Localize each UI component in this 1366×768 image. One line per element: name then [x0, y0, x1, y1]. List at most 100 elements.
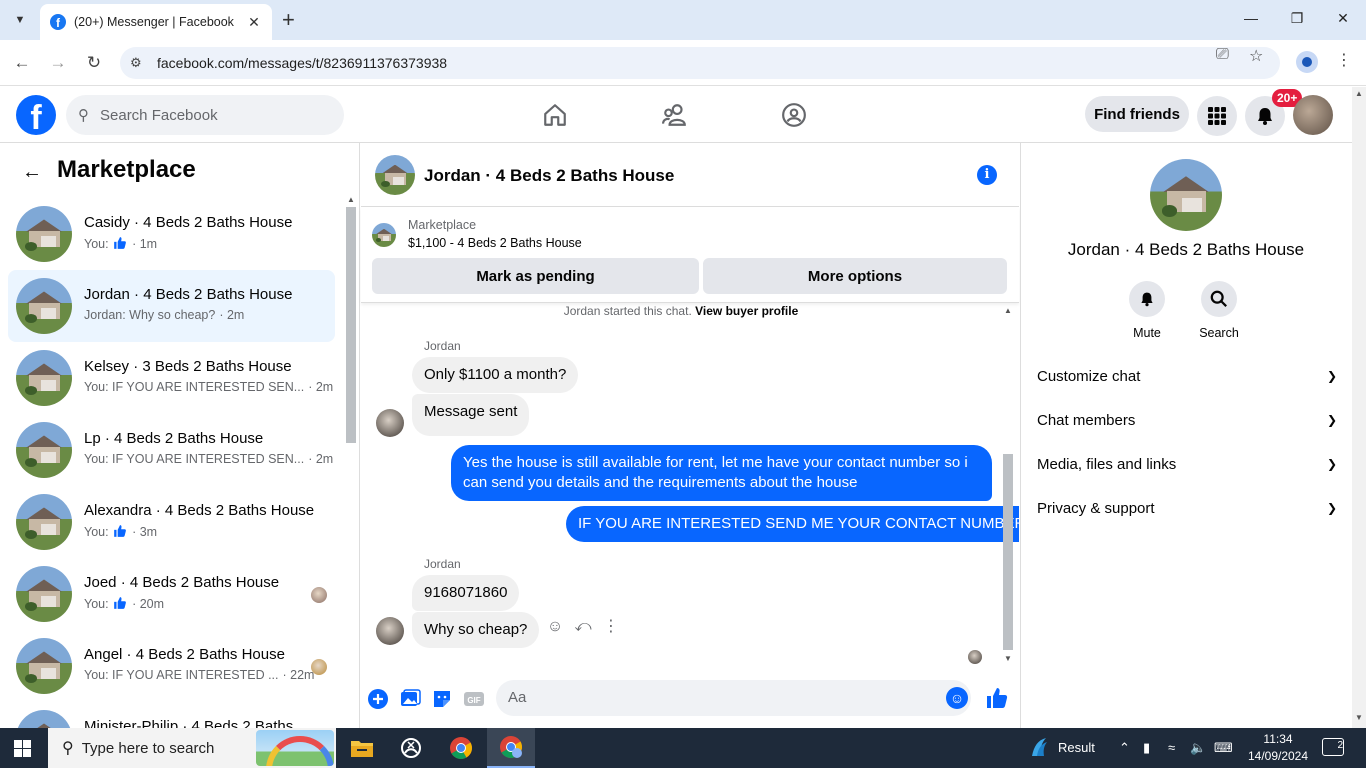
emoji-picker-icon[interactable]: ☺ — [946, 687, 968, 709]
chat-members-section[interactable]: Chat members ❯ — [1037, 398, 1337, 442]
volume-icon[interactable]: 🔈 — [1190, 740, 1206, 756]
notification-center-icon[interactable]: 2 — [1322, 738, 1344, 756]
conversation-item[interactable]: Angel · 4 Beds 2 Baths House You: IF YOU … — [8, 630, 335, 702]
reload-icon[interactable]: ↻ — [82, 51, 106, 75]
browser-tab[interactable]: f (20+) Messenger | Facebook ✕ — [40, 4, 272, 40]
page-scrollbar[interactable]: ▲ ▼ — [1352, 87, 1366, 728]
show-hidden-icons-icon[interactable]: ⌃ — [1119, 740, 1130, 756]
back-icon[interactable]: ← — [10, 51, 34, 75]
chevron-down-icon: ❯ — [1326, 457, 1337, 471]
preview-text: You: IF YOU ARE INTERESTED SEN... — [84, 380, 305, 394]
more-actions-plus-icon[interactable] — [367, 688, 389, 710]
window-close-icon[interactable]: ✕ — [1320, 10, 1366, 27]
menu-grid-icon[interactable] — [1197, 96, 1237, 136]
react-emoji-icon[interactable]: ☺ — [545, 617, 565, 637]
minimize-icon[interactable]: — — [1228, 10, 1274, 26]
contact-avatar[interactable] — [1150, 159, 1222, 231]
browser-profile-icon[interactable] — [1296, 51, 1318, 73]
mark-as-pending-button[interactable]: Mark as pending — [372, 258, 699, 294]
friends-icon[interactable] — [662, 102, 688, 128]
restore-icon[interactable]: ❐ — [1274, 10, 1320, 27]
new-tab-icon[interactable]: + — [282, 8, 295, 32]
conversation-avatar — [16, 422, 72, 478]
incoming-message[interactable]: Message sent — [412, 394, 530, 436]
file-explorer-icon[interactable] — [338, 728, 386, 768]
weather-icon[interactable] — [1028, 736, 1050, 761]
keyboard-icon[interactable]: ⌨ — [1214, 740, 1233, 756]
xbox-icon[interactable] — [387, 728, 435, 768]
info-icon[interactable]: i — [977, 165, 997, 185]
view-buyer-profile-link[interactable]: View buyer profile — [695, 304, 798, 318]
conversation-item[interactable]: Alexandra · 4 Beds 2 Baths House You: · 3… — [8, 486, 335, 558]
conversation-preview: You: IF YOU ARE INTERESTED SEN... · 2m — [84, 452, 333, 466]
customize-chat-section[interactable]: Customize chat ❯ — [1037, 354, 1337, 398]
incoming-message[interactable]: 9168071860 — [412, 575, 520, 611]
thumbs-up-icon — [114, 597, 126, 609]
thread-scrollbar[interactable]: ▲ ▼ — [1001, 304, 1015, 668]
search-placeholder: Search Facebook — [100, 106, 218, 124]
chat-title[interactable]: Jordan · 4 Beds 2 Baths House — [424, 166, 674, 186]
address-bar[interactable]: ⚙ facebook.com/messages/t/82369113763739… — [120, 47, 1280, 79]
mute-button[interactable]: Mute — [1117, 281, 1177, 340]
incoming-message[interactable]: Why so cheap? — [412, 612, 540, 648]
browser-menu-icon[interactable]: ⋮ — [1336, 50, 1352, 70]
conversation-item[interactable]: Kelsey · 3 Beds 2 Baths House You: IF YOU… — [8, 342, 335, 414]
chat-avatar[interactable] — [375, 155, 415, 195]
read-receipt-avatar — [311, 587, 327, 603]
conversation-item[interactable]: Minister-Philip · 4 Beds 2 Baths ... — [8, 702, 335, 728]
reply-icon[interactable]: ⤺ — [573, 617, 593, 637]
message-thread: Jordan started this chat. View buyer pro… — [361, 304, 1019, 668]
home-icon[interactable] — [542, 102, 568, 128]
clock-date: 14/09/2024 — [1247, 749, 1309, 763]
facebook-search-input[interactable]: ⚲ Search Facebook — [66, 95, 344, 135]
media-files-links-section[interactable]: Media, files and links ❯ — [1037, 442, 1337, 486]
sticker-icon[interactable] — [431, 688, 453, 710]
preview-time: · 2m — [308, 452, 334, 466]
bookmark-star-icon[interactable]: ☆ — [1249, 46, 1263, 66]
groups-icon[interactable] — [781, 102, 807, 128]
outgoing-message[interactable]: IF YOU ARE INTERESTED SEND ME YOUR CONTA… — [566, 506, 1019, 542]
sender-avatar[interactable] — [376, 617, 404, 645]
sender-avatar[interactable] — [376, 409, 404, 437]
account-avatar[interactable] — [1293, 95, 1333, 135]
outgoing-message[interactable]: Yes the house is still available for ren… — [451, 445, 992, 501]
conversation-item[interactable]: Joed · 4 Beds 2 Baths House You: · 20m — [8, 558, 335, 630]
find-friends-button[interactable]: Find friends — [1085, 96, 1189, 132]
conversation-item[interactable]: Casidy · 4 Beds 2 Baths House You: · 1m — [8, 198, 335, 270]
search-highlight-image[interactable] — [256, 730, 334, 766]
search-icon — [1201, 281, 1237, 317]
tab-search-icon[interactable]: ▼ — [8, 9, 32, 31]
conversation-list-scrollbar[interactable]: ▲ ▼ — [344, 193, 358, 728]
battery-icon[interactable]: ▮ — [1143, 740, 1150, 756]
forward-icon[interactable]: → — [46, 51, 70, 75]
tab-close-icon[interactable]: ✕ — [246, 14, 262, 31]
facebook-logo-icon[interactable]: f — [16, 95, 56, 135]
conversation-preview: Jordan: Why so cheap? · 2m — [84, 308, 244, 322]
system-clock[interactable]: 11:34 14/09/2024 — [1238, 731, 1318, 765]
message-input[interactable]: Aa ☺ — [496, 680, 971, 716]
conversation-avatar — [16, 638, 72, 694]
conversation-avatar — [16, 278, 72, 334]
privacy-support-section[interactable]: Privacy & support ❯ — [1037, 486, 1337, 530]
listing-price[interactable]: $1,100 - 4 Beds 2 Baths House — [408, 236, 582, 250]
search-in-chat-button[interactable]: Search — [1189, 281, 1249, 340]
incoming-message[interactable]: Only $1100 a month? — [412, 357, 579, 393]
chrome-icon[interactable] — [437, 728, 485, 768]
svg-text:GIF: GIF — [467, 696, 480, 705]
windows-start-icon[interactable] — [14, 740, 31, 757]
site-settings-icon[interactable]: ⚙ — [130, 55, 150, 71]
conversation-item[interactable]: Lp · 4 Beds 2 Baths House You: IF YOU ARE… — [8, 414, 335, 486]
listing-thumbnail[interactable] — [372, 223, 396, 247]
conversation-item[interactable]: Jordan · 4 Beds 2 Baths House Jordan: Why… — [8, 270, 335, 342]
gif-icon[interactable]: GIF — [463, 688, 485, 710]
weather-text[interactable]: Result — [1058, 740, 1095, 755]
conversation-avatar — [16, 710, 72, 728]
attach-photo-icon[interactable] — [399, 688, 421, 710]
more-actions-icon[interactable]: ⋮ — [601, 617, 621, 637]
install-app-icon[interactable]: ⎚ — [1216, 46, 1229, 64]
back-arrow-icon[interactable]: ← — [22, 161, 42, 184]
wifi-icon[interactable]: ≈ — [1168, 740, 1175, 755]
thumbs-up-icon[interactable] — [985, 686, 1009, 710]
more-options-button[interactable]: More options — [703, 258, 1007, 294]
chrome-profile-icon[interactable] — [487, 728, 535, 768]
